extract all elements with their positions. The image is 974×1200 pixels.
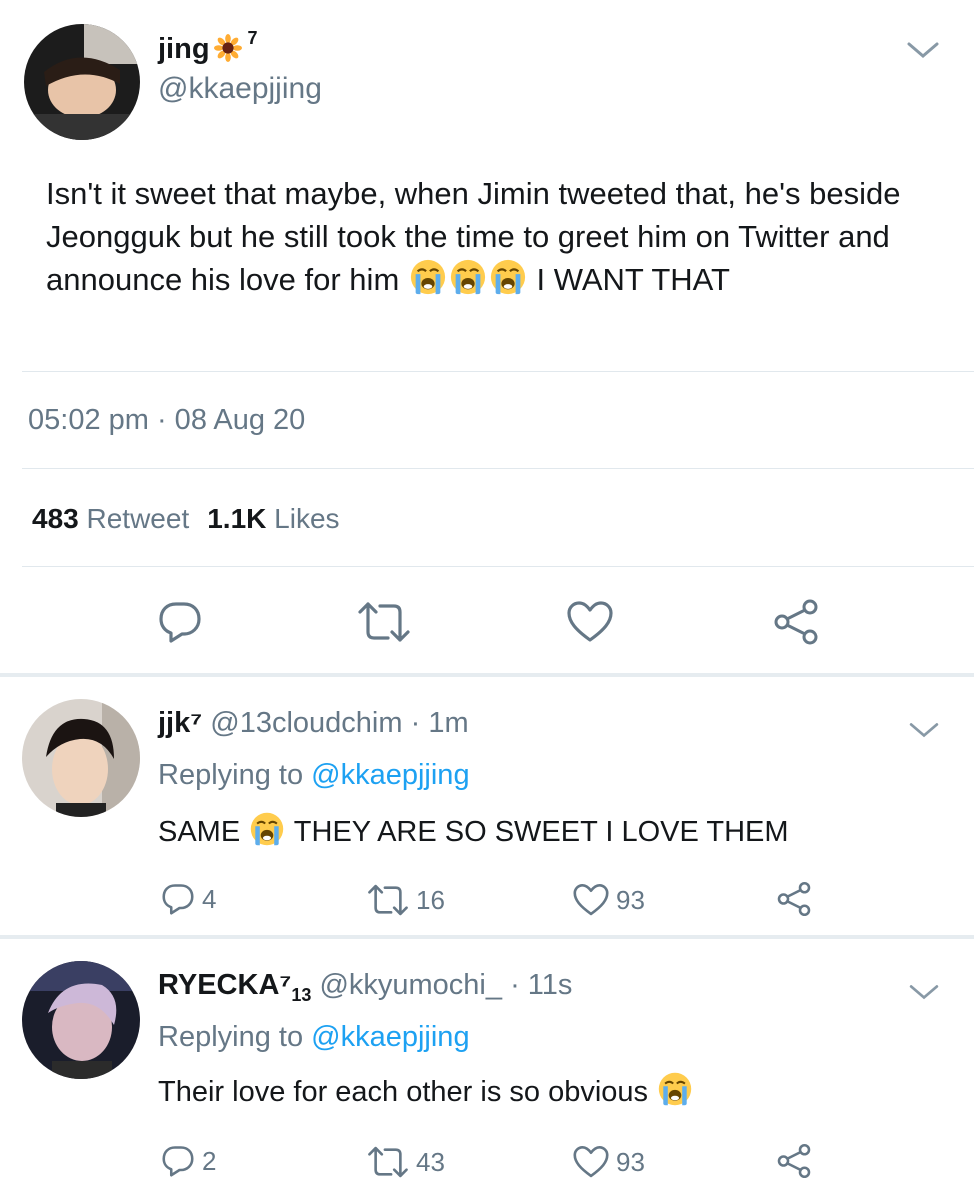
mention-link[interactable]: @kkaepjjing [311,759,469,791]
share-icon [777,881,811,917]
tweet-text-tail: I WANT THAT [536,262,730,297]
like-button[interactable]: 93 [572,1145,645,1179]
retweet-icon [368,1146,408,1178]
reply-header: RYECKA⁷13 @kkyumochi_ · 11s [158,969,572,1006]
display-name[interactable]: jing 7 [158,28,258,70]
display-name[interactable]: jjk⁷ [158,707,202,739]
chevron-down-icon[interactable] [907,981,941,1008]
crying-face-emoji-icon [449,258,487,307]
share-icon[interactable] [772,598,820,651]
retweet-button[interactable]: 16 [366,883,445,917]
reply-text-start: SAME [158,816,241,848]
engagement-stats: 483 Retweet 1.1K Likes [32,503,340,535]
chevron-down-icon[interactable] [905,38,941,67]
retweet-count: 483 [32,503,79,534]
reply-time[interactable]: · 11s [510,969,572,1001]
name-superscript: 7 [247,28,258,48]
avatar[interactable] [22,699,140,817]
share-icon [777,1143,811,1179]
handle[interactable]: @kkyumochi_ [319,969,502,1001]
sunflower-emoji-icon [214,34,242,70]
display-name[interactable]: RYECKA⁷13 [158,969,311,1005]
crying-face-emoji-icon [657,1071,693,1115]
retweet-icon[interactable] [356,600,412,649]
chevron-down-icon[interactable] [907,719,941,746]
reply-text-start: Their love for each other is so obvious [158,1076,649,1108]
reply-button[interactable]: 2 [160,1143,216,1179]
replying-to-label: Replying to [158,1021,304,1053]
crying-face-emoji-icon [409,258,447,307]
reply-button[interactable]: 4 [160,881,216,917]
reply-count: 4 [202,883,217,914]
reply-tweet[interactable]: RYECKA⁷13 @kkyumochi_ · 11s Replying to … [0,939,974,1200]
reply-text: SAME THEY ARE SO SWEET I LOVE THEM [158,811,789,855]
handle[interactable]: @kkaepjjing [158,72,322,106]
name-subscript: 13 [291,984,312,1005]
main-tweet: jing 7 @kkaepjjing Isn't it sweet that ma… [0,0,974,675]
reply-icon [162,1146,194,1177]
divider [22,371,974,372]
retweet-icon [368,884,408,916]
reply-count: 2 [202,1145,217,1176]
reply-text: Their love for each other is so obvious [158,1071,694,1115]
likes-label[interactable]: Likes [274,503,339,534]
like-button[interactable]: 93 [572,883,645,917]
replying-to: Replying to @kkaepjjing [158,1021,470,1054]
reply-header: jjk⁷ @13cloudchim · 1m [158,707,469,740]
reply-icon[interactable] [156,598,204,651]
divider [22,566,974,567]
retweet-button[interactable]: 43 [366,1145,445,1179]
reply-time[interactable]: · 1m [411,707,469,739]
like-count: 93 [616,884,645,915]
retweet-label[interactable]: Retweet [87,503,190,534]
mention-link[interactable]: @kkaepjjing [311,1021,469,1053]
heart-icon[interactable] [566,600,614,649]
retweet-count: 43 [416,1146,445,1177]
reply-text-end: THEY ARE SO SWEET I LOVE THEM [293,816,789,848]
handle[interactable]: @13cloudchim [210,707,402,739]
divider [22,468,974,469]
like-count: 93 [616,1146,645,1177]
avatar[interactable] [22,961,140,1079]
avatar[interactable] [24,24,140,140]
timestamp[interactable]: 05:02 pm · 08 Aug 20 [28,404,305,437]
display-name-text: jing [158,33,210,65]
replying-to: Replying to @kkaepjjing [158,759,470,792]
heart-icon [573,1146,609,1178]
share-button[interactable] [776,881,812,917]
heart-icon [573,884,609,916]
retweet-count: 16 [416,884,445,915]
replying-to-label: Replying to [158,759,304,791]
crying-face-emoji-icon [249,811,285,855]
crying-face-emoji-icon [489,258,527,307]
tweet-text: Isn't it sweet that maybe, when Jimin tw… [46,172,946,307]
reply-tweet[interactable]: jjk⁷ @13cloudchim · 1m Replying to @kkae… [0,677,974,935]
reply-icon [162,884,194,915]
display-name-text: RYECKA⁷ [158,969,292,1001]
share-button[interactable] [776,1143,812,1179]
like-count: 1.1K [207,503,267,534]
